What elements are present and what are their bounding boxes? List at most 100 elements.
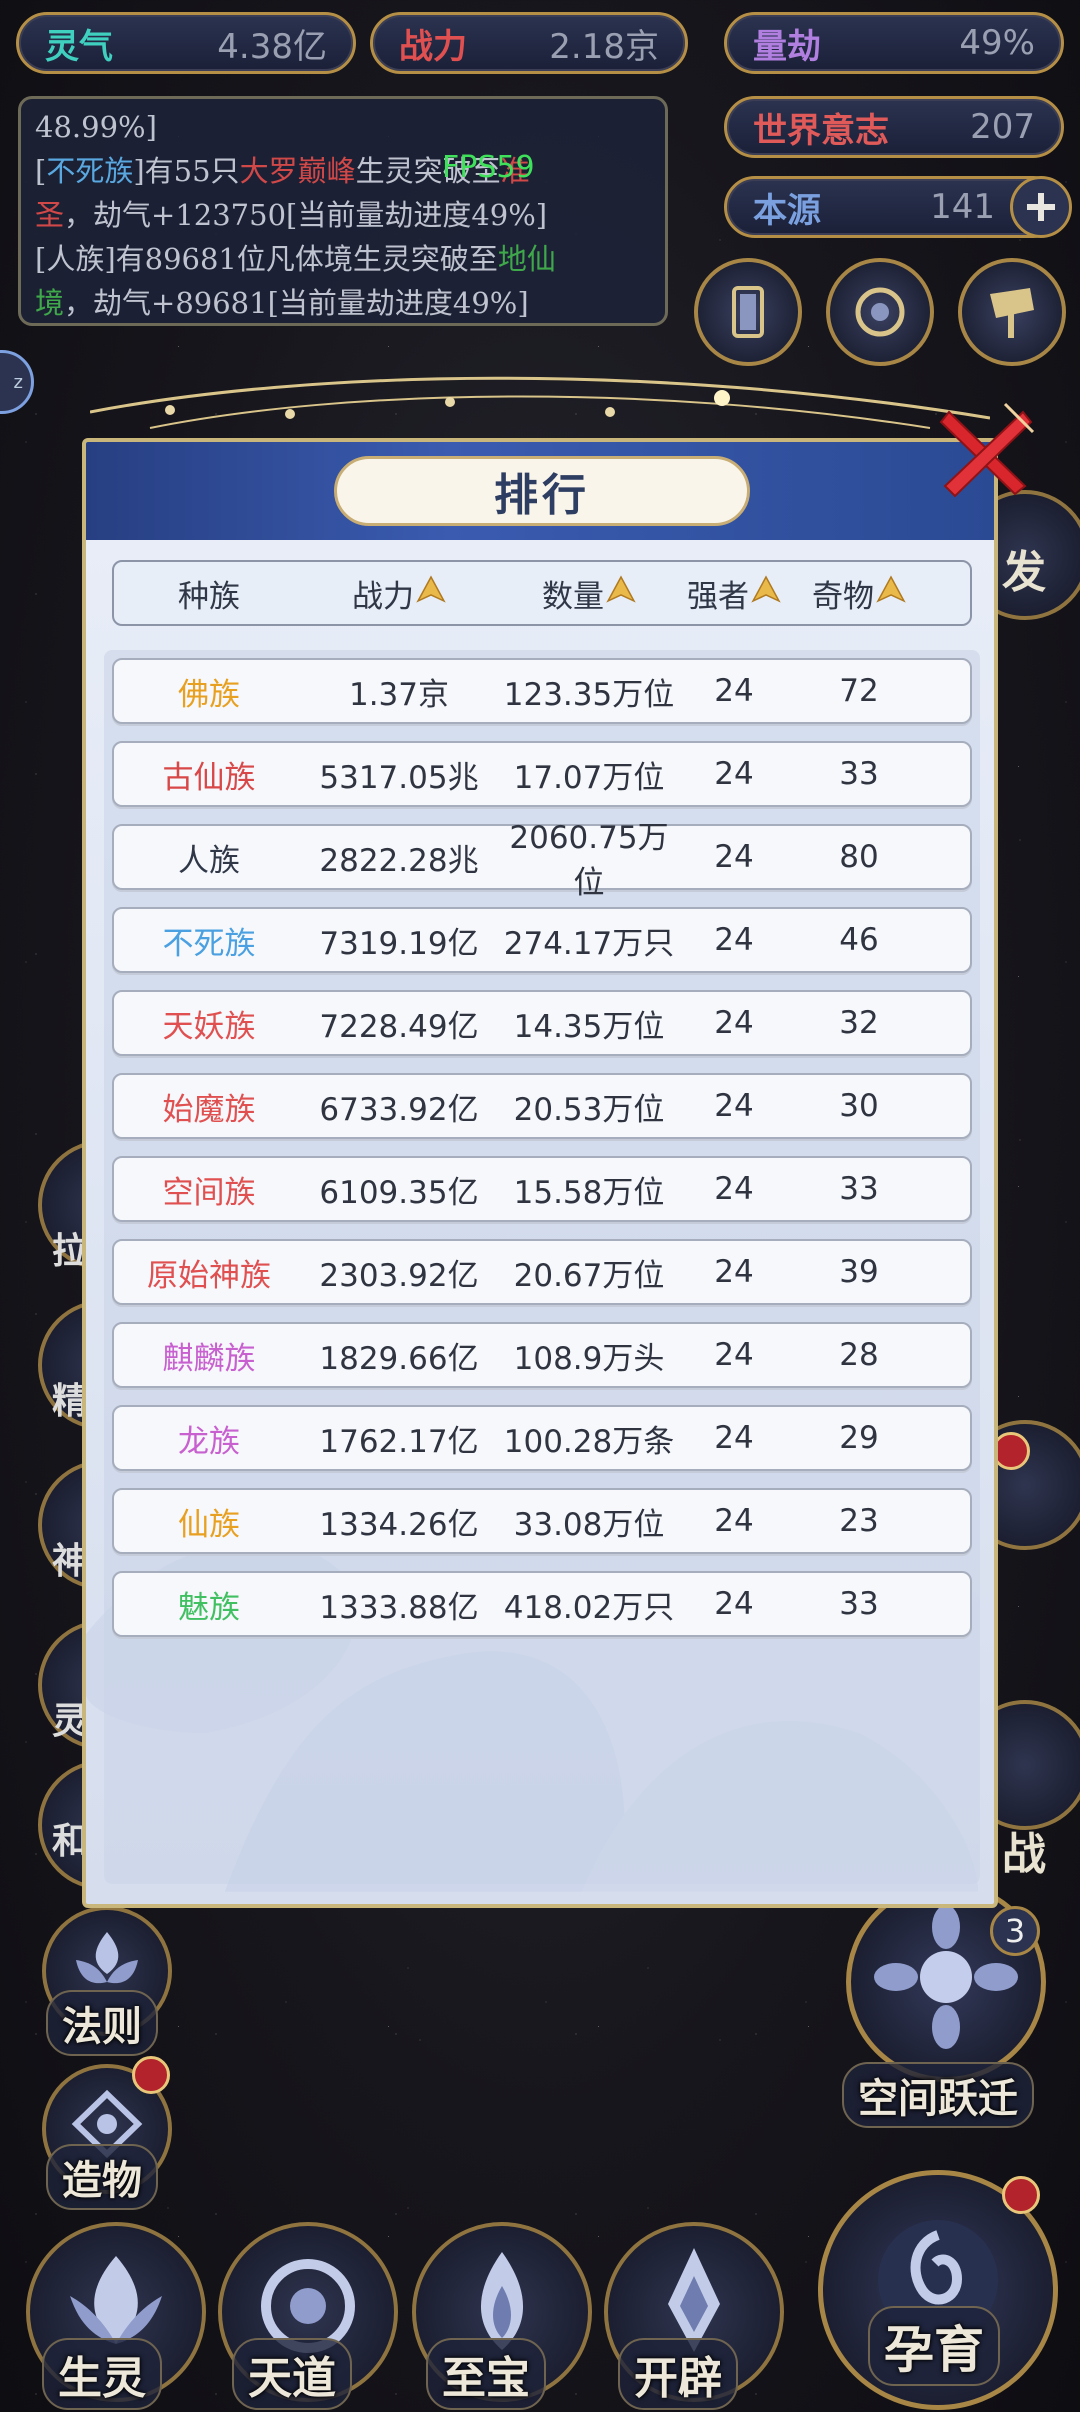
portal-button[interactable] [826, 258, 934, 366]
race-name: 人族 [178, 842, 240, 879]
stat-shijie[interactable]: 世界意志 207 [724, 96, 1064, 158]
log-segment: 圣 [35, 198, 65, 232]
yunyu-label: 孕育 [868, 2306, 1000, 2386]
race-count: 15.58万位 [513, 1174, 665, 1211]
race-power: 7228.49亿 [319, 1008, 479, 1045]
table-row[interactable]: 古仙族 5317.05兆 17.07万位 24 33 [112, 741, 972, 807]
table-row[interactable]: 始魔族 6733.92亿 20.53万位 24 30 [112, 1073, 972, 1139]
race-name: 龙族 [178, 1423, 240, 1460]
race-name: 始魔族 [162, 1091, 256, 1128]
stat-shijie-value: 207 [970, 107, 1035, 147]
race-name: 佛族 [178, 676, 240, 713]
table-row[interactable]: 不死族 7319.19亿 274.17万只 24 46 [112, 907, 972, 973]
table-row[interactable]: 佛族 1.37京 123.35万位 24 72 [112, 658, 972, 724]
race-count: 20.67万位 [513, 1257, 665, 1294]
stat-benyuan-value: 141 [930, 187, 995, 227]
race-strong: 24 [714, 1503, 754, 1539]
side-right-label-top: 发 [1002, 547, 1046, 598]
card-icon [732, 286, 764, 338]
race-name: 古仙族 [162, 759, 256, 796]
race-items: 29 [839, 1420, 879, 1456]
sort-up-arrow-icon [751, 575, 781, 603]
header-power-label: 战力 [352, 578, 414, 615]
stat-liangjie[interactable]: 量劫 49% [724, 12, 1064, 74]
race-name: 天妖族 [162, 1008, 256, 1045]
race-count: 20.53万位 [513, 1091, 665, 1128]
race-count: 418.02万只 [503, 1589, 675, 1626]
race-name: 不死族 [162, 925, 256, 962]
yunyu-badge [1002, 2176, 1040, 2214]
race-count: 274.17万只 [503, 925, 675, 962]
header-race: 种族 [114, 562, 304, 624]
bottom-kaipi-label: 开辟 [618, 2338, 738, 2410]
stat-lingqi[interactable]: 灵气 4.38亿 [16, 12, 356, 74]
table-row[interactable]: 龙族 1762.17亿 100.28万条 24 29 [112, 1405, 972, 1471]
log-line: 48.99%] [35, 105, 651, 149]
header-items-label: 奇物 [812, 578, 874, 615]
table-row[interactable]: 魅族 1333.88亿 418.02万只 24 33 [112, 1571, 972, 1637]
stat-zhanli-label: 战力 [399, 26, 467, 67]
stat-zhanli-value: 2.18京 [549, 26, 659, 67]
table-header: 种族 战力 数量 强者 奇物 [112, 560, 972, 626]
flag-icon [990, 288, 1034, 338]
banner-button[interactable] [958, 258, 1066, 366]
close-icon[interactable] [935, 402, 1035, 502]
table-row[interactable]: 原始神族 2303.92亿 20.67万位 24 39 [112, 1239, 972, 1305]
modal-title: 排行 [334, 456, 750, 526]
card-button[interactable] [694, 258, 802, 366]
race-items: 23 [839, 1503, 879, 1539]
zao-wu-badge [132, 2056, 170, 2094]
stat-liangjie-label: 量劫 [753, 26, 821, 67]
sort-up-arrow-icon [416, 575, 446, 603]
ranking-modal: 排行 种族 战力 数量 强者 奇物 佛族 1.37京 123.35万位 24 72 古仙族… [82, 438, 998, 1908]
race-count: 100.28万条 [503, 1423, 675, 1460]
left-edge-button[interactable]: z [0, 350, 34, 414]
header-race-label: 种族 [178, 578, 240, 615]
event-log: 48.99%] [不死族]有55只大罗巅峰生灵突破至准 圣，劫气+123750[当前… [18, 96, 668, 326]
race-strong: 24 [714, 1337, 754, 1373]
race-items: 46 [839, 922, 879, 958]
race-power: 1333.88亿 [319, 1589, 479, 1626]
stat-lingqi-value: 4.38亿 [217, 26, 327, 67]
header-items-sort[interactable]: 奇物 [784, 562, 934, 624]
race-items: 30 [839, 1088, 879, 1124]
ranking-list[interactable]: 佛族 1.37京 123.35万位 24 72 古仙族 5317.05兆 17.07万位 24 3… [104, 650, 980, 1884]
race-items: 32 [839, 1005, 879, 1041]
race-power: 2822.28兆 [319, 842, 479, 879]
stat-zhanli[interactable]: 战力 2.18京 [370, 12, 688, 74]
log-segment: 境 [35, 286, 65, 320]
table-row[interactable]: 人族 2822.28兆 2060.75万位 24 80 [112, 820, 972, 901]
race-strong: 24 [714, 1088, 754, 1124]
left-edge-label: z [13, 371, 23, 393]
header-strong-sort[interactable]: 强者 [684, 562, 784, 624]
race-count: 108.9万头 [513, 1340, 665, 1377]
table-row[interactable]: 仙族 1334.26亿 33.08万位 24 23 [112, 1488, 972, 1554]
sort-up-arrow-icon [876, 575, 906, 603]
race-count: 14.35万位 [513, 1008, 665, 1045]
log-segment: 地仙 [497, 242, 556, 276]
plus-icon[interactable] [1010, 176, 1072, 238]
race-strong: 24 [714, 1586, 754, 1622]
race-power: 1762.17亿 [319, 1423, 479, 1460]
stat-liangjie-value: 49% [959, 23, 1035, 63]
kongjian-label: 空间跃迁 [842, 2062, 1034, 2128]
log-segment: ，劫气+123750[当前量劫进度49%] [64, 198, 548, 232]
race-power: 1.37京 [348, 676, 450, 713]
table-row[interactable]: 天妖族 7228.49亿 14.35万位 24 32 [112, 990, 972, 1056]
race-power: 6109.35亿 [319, 1174, 479, 1211]
log-segment: [ [35, 154, 47, 188]
header-power-sort[interactable]: 战力 [304, 562, 494, 624]
race-count: 17.07万位 [513, 759, 665, 796]
race-strong: 24 [714, 922, 754, 958]
race-power: 1829.66亿 [319, 1340, 479, 1377]
header-count-sort[interactable]: 数量 [494, 562, 684, 624]
log-line: 境，劫气+89681[当前量劫进度49%] [35, 281, 651, 323]
race-items: 39 [839, 1254, 879, 1290]
sort-up-arrow-icon [606, 575, 636, 603]
race-items: 33 [839, 756, 879, 792]
table-row[interactable]: 麒麟族 1829.66亿 108.9万头 24 28 [112, 1322, 972, 1388]
race-items: 72 [839, 673, 879, 709]
race-count: 123.35万位 [503, 676, 675, 713]
fa-ze-label: 法则 [46, 1990, 158, 2056]
table-row[interactable]: 空间族 6109.35亿 15.58万位 24 33 [112, 1156, 972, 1222]
